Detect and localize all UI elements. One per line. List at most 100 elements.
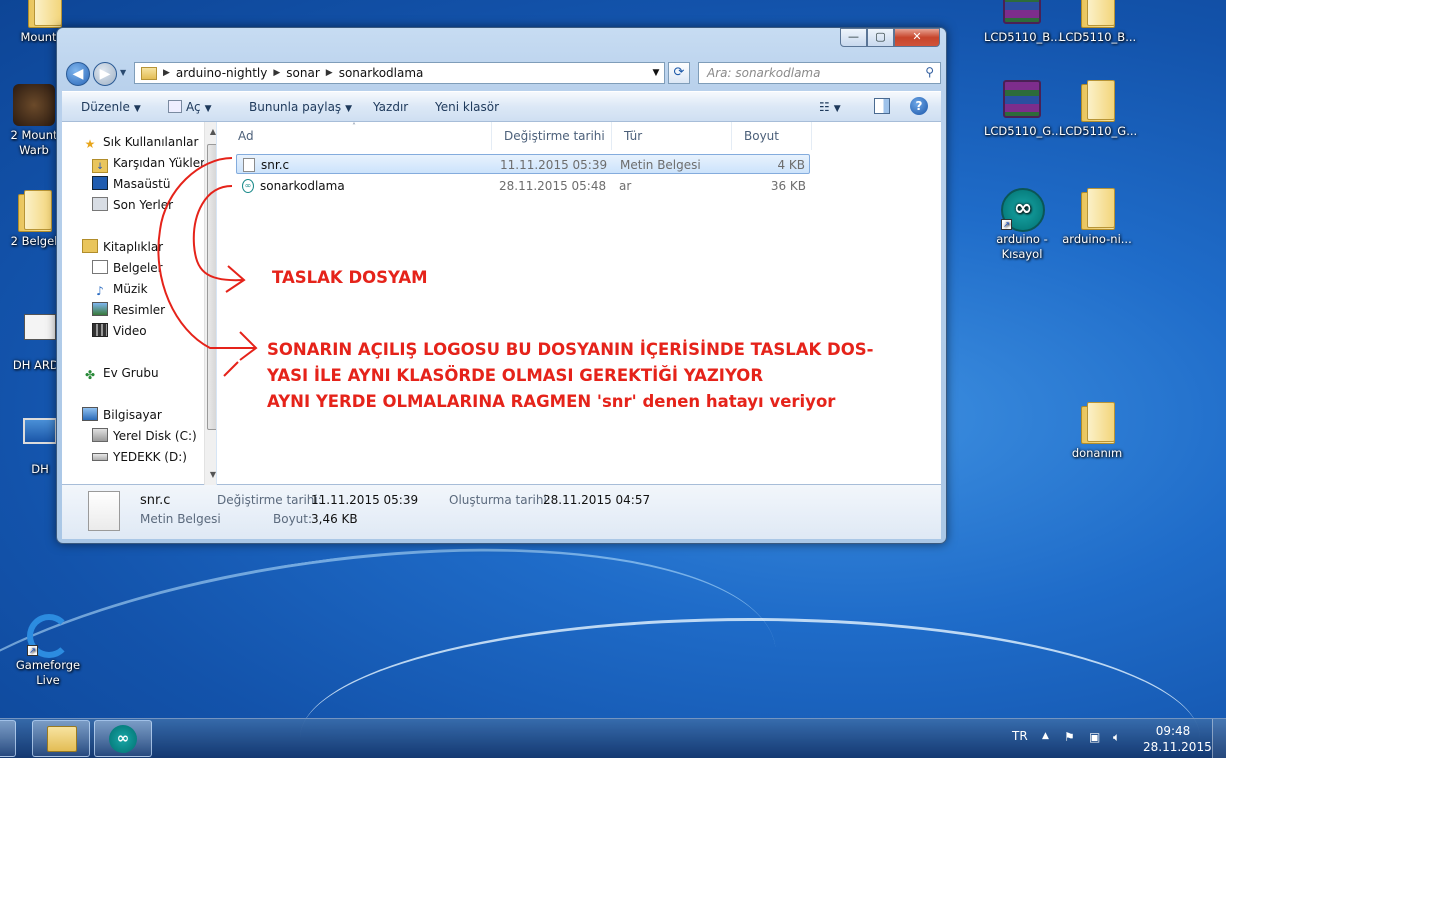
show-hidden-icons-icon[interactable]: ▲	[1042, 731, 1049, 741]
nav-recent-places[interactable]: Son Yerler	[92, 196, 173, 214]
content-area: ★ Sık Kullanılanlar ↓ Karşıdan Yüklen Masa…	[62, 122, 941, 485]
picture-icon	[92, 302, 108, 316]
desktop-icon-donanim[interactable]: donanım	[1059, 402, 1135, 461]
minimize-button[interactable]: —	[840, 28, 867, 47]
folder-icon	[13, 190, 55, 232]
taskbar-button-arduino[interactable]: ∞	[94, 720, 152, 757]
volume-icon[interactable]: 🔈︎	[1113, 730, 1120, 745]
annotation-line-1: SONARIN AÇILIŞ LOGOSU BU DOSYANIN İÇERİS…	[267, 340, 874, 359]
details-pane: snr.c Metin Belgesi Değiştirme tarihi: 1…	[62, 485, 941, 539]
address-bar[interactable]: ▶ arduino-nightly ▶ sonar ▶ sonarkodlama…	[134, 62, 665, 84]
caption-buttons: — ▢ ✕	[840, 28, 940, 47]
clock-time[interactable]: 09:48	[1150, 724, 1196, 738]
music-note-icon: ♪	[96, 284, 104, 298]
details-size-value: 3,46 KB	[311, 512, 358, 526]
breadcrumb-sonar[interactable]: sonar	[282, 66, 324, 80]
help-icon[interactable]: ?	[910, 97, 928, 115]
nav-videos[interactable]: Video	[92, 322, 147, 340]
arduino-icon: ∞ ↗	[1001, 188, 1045, 232]
monitor-icon	[19, 418, 61, 460]
action-center-flag-icon[interactable]: ⚑	[1064, 730, 1075, 744]
scroll-up-icon[interactable]: ▲	[205, 124, 216, 140]
nav-documents[interactable]: Belgeler	[92, 259, 163, 277]
forward-button[interactable]: ▶	[93, 62, 117, 86]
open-icon	[168, 100, 182, 113]
nav-libraries[interactable]: Kitaplıklar	[82, 238, 163, 256]
explorer-window: — ▢ ✕ ◀ ▶ ▼ ▶ arduino-nightly ▶ sonar ▶ …	[56, 27, 947, 544]
folder-icon	[1076, 80, 1118, 122]
sort-ascending-icon: ˄	[352, 122, 356, 131]
scroll-down-icon[interactable]: ▼	[205, 467, 216, 483]
shortcut-arrow-icon: ↗	[27, 645, 38, 656]
address-dropdown-icon[interactable]: ▼	[648, 68, 664, 78]
breadcrumb-sonarkodlama[interactable]: sonarkodlama	[335, 66, 428, 80]
clock-date[interactable]: 28.11.2015	[1143, 740, 1212, 754]
computer-icon	[82, 407, 98, 421]
nav-favorites[interactable]: ★ Sık Kullanılanlar	[82, 133, 199, 151]
command-bar: Düzenle ▼ Aç ▼ Bununla paylaş ▼ Yazdır Yeni…	[62, 91, 941, 122]
nav-local-disk-c[interactable]: Yerel Disk (C:)	[92, 427, 197, 445]
arrow-left-icon: ◀	[72, 66, 84, 82]
taskbar: ∞ TR ▲ ⚑ ▣ 🔈︎ 09:48 28.11.2015	[0, 718, 1226, 758]
network-icon[interactable]: ▣	[1089, 730, 1100, 744]
chevron-down-icon: ▼	[204, 104, 212, 114]
desktop-icon	[92, 176, 108, 190]
desktop-icon-lcd5110-b-rar[interactable]: LCD5110_B...	[984, 0, 1061, 45]
star-icon: ★	[84, 137, 96, 151]
nav-drive-d[interactable]: YEDEKK (D:)	[92, 448, 187, 466]
folder-icon	[23, 0, 65, 28]
show-desktop-button[interactable]	[1212, 719, 1226, 758]
desktop-icon-lcd5110-g-folder[interactable]: LCD5110_G...	[1059, 80, 1137, 139]
desktop-icon-gameforge[interactable]: ↗ Gameforge Live	[10, 614, 86, 688]
print-button[interactable]: Yazdır	[373, 100, 408, 114]
column-header-name[interactable]: Ad ˄	[226, 122, 492, 150]
open-button[interactable]: Aç ▼	[168, 100, 212, 114]
nav-homegroup[interactable]: ✤ Ev Grubu	[82, 364, 159, 382]
language-indicator[interactable]: TR	[1012, 729, 1028, 743]
nav-pictures[interactable]: Resimler	[92, 301, 165, 319]
maximize-button[interactable]: ▢	[867, 28, 894, 47]
details-size-label: Boyut:	[273, 512, 313, 526]
details-created-label: Oluşturma tarihi:	[449, 493, 551, 507]
column-header-type[interactable]: Tür	[612, 122, 732, 150]
nav-computer[interactable]: Bilgisayar	[82, 406, 162, 424]
refresh-button[interactable]: ⟳	[668, 62, 690, 84]
column-header-modified[interactable]: Değiştirme tarihi	[492, 122, 612, 150]
winrar-icon	[1001, 80, 1043, 122]
table-row[interactable]: ∞ sonarkodlama 28.11.2015 05:48 ar 36 KB	[236, 176, 810, 196]
arduino-icon: ∞	[109, 725, 137, 753]
nav-scrollbar[interactable]: ▲ ▼	[204, 122, 216, 485]
breadcrumb-arduino-nightly[interactable]: arduino-nightly	[172, 66, 271, 80]
nav-desktop[interactable]: Masaüstü	[92, 175, 170, 193]
close-button[interactable]: ✕	[894, 28, 940, 47]
arduino-sketch-icon: ∞	[242, 179, 254, 193]
new-folder-button[interactable]: Yeni klasör	[435, 100, 499, 114]
hard-drive-icon	[92, 428, 108, 442]
annotation-label-draft-file: TASLAK DOSYAM	[272, 268, 428, 287]
text-file-icon	[88, 491, 120, 531]
desktop-icon-lcd5110-g-rar[interactable]: LCD5110_G...	[984, 80, 1062, 139]
gameforge-icon: ↗	[27, 614, 71, 658]
share-button[interactable]: Bununla paylaş ▼	[249, 100, 352, 114]
back-button[interactable]: ◀	[66, 62, 90, 86]
organize-button[interactable]: Düzenle ▼	[81, 100, 141, 114]
breadcrumb-separator-icon: ▶	[325, 68, 333, 78]
recent-pages-dropdown[interactable]: ▼	[120, 68, 126, 77]
breadcrumb-separator-icon: ▶	[163, 68, 170, 78]
breadcrumb-separator-icon: ▶	[273, 68, 281, 78]
table-row[interactable]: snr.c 11.11.2015 05:39 Metin Belgesi 4 K…	[236, 154, 810, 174]
scroll-thumb[interactable]	[207, 144, 216, 430]
desktop-icon-arduino-nightly[interactable]: arduino-ni...	[1059, 188, 1135, 247]
taskbar-button-explorer[interactable]	[32, 720, 90, 757]
arrow-right-icon: ▶	[99, 66, 111, 82]
preview-pane-button[interactable]	[874, 98, 890, 114]
desktop-icon-arduino-shortcut[interactable]: ∞ ↗ arduino - Kısayol	[984, 188, 1060, 262]
taskbar-button-warband[interactable]	[0, 720, 16, 757]
details-file-type: Metin Belgesi	[140, 512, 221, 526]
view-options-button[interactable]: ☷ ▼	[819, 100, 841, 114]
nav-music[interactable]: ♪ Müzik	[92, 280, 147, 298]
column-header-size[interactable]: Boyut	[732, 122, 812, 150]
desktop-icon-lcd5110-b-folder[interactable]: LCD5110_B...	[1059, 0, 1136, 45]
search-input[interactable]: Ara: sonarkodlama ⚲	[698, 62, 941, 84]
nav-downloads[interactable]: ↓ Karşıdan Yüklen	[92, 154, 208, 173]
